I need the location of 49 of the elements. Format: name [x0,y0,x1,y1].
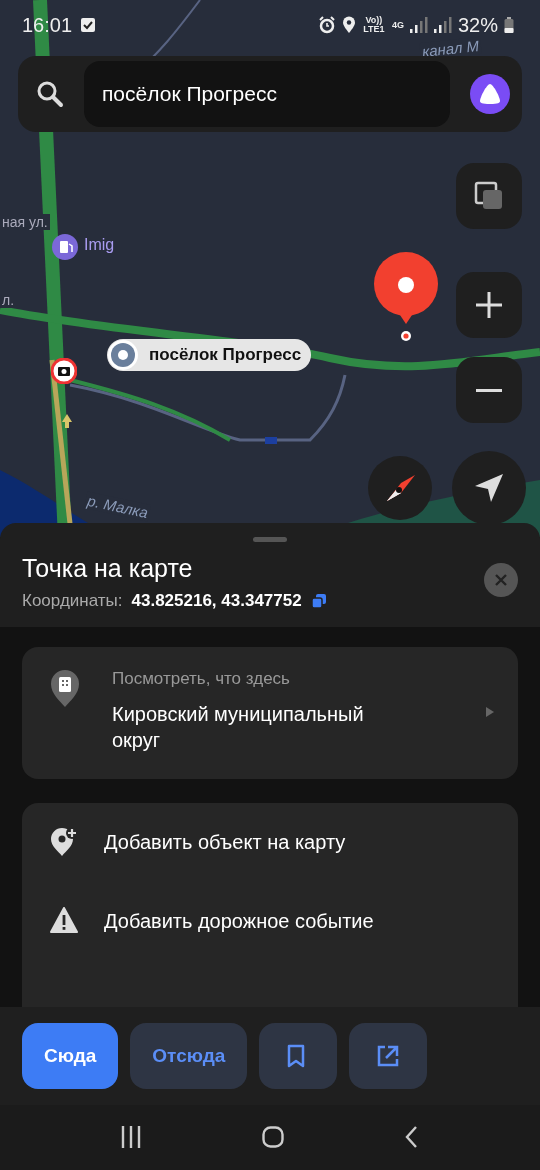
street-label: ная ул. [0,214,50,230]
location-pin-icon [374,252,438,342]
navigation-arrow-icon [473,472,505,504]
bookmark-button[interactable] [259,1022,338,1089]
info-card[interactable]: Посмотреть, что здесь Кировский муниципальный округ [22,647,518,779]
action-item[interactable]: Добавить объект на карту [104,831,346,854]
copy-icon[interactable] [311,594,326,608]
layers-icon [474,181,504,211]
pin-plus-icon [50,828,78,857]
close-icon [495,574,507,586]
signal-icon [409,17,428,33]
action-item[interactable]: Добавить дорожное событие [104,910,374,933]
route-button[interactable]: Сюда [22,1022,119,1089]
share-button[interactable] [349,1022,428,1089]
checklist-notification-icon [80,17,97,33]
route-button[interactable]: Отсюда [130,1022,248,1089]
layers-button[interactable] [456,163,522,229]
recent-apps-icon[interactable] [120,1126,141,1149]
signal-icon [433,17,452,33]
home-icon[interactable] [262,1126,284,1149]
data-type-label: 4G [391,20,404,30]
search-field[interactable]: посёлок Прогресс [84,61,450,127]
voice-assistant-icon[interactable] [470,74,510,114]
coordinates-label: Координаты: [22,591,123,611]
clock-time: 16:01 [22,13,73,37]
direction-arrow-icon [62,414,72,428]
zoom-in-button[interactable] [456,272,522,338]
settlement-marker-icon [107,339,139,371]
search-icon[interactable] [36,80,64,108]
location-pin-icon [341,16,356,34]
minus-icon [476,388,502,392]
drag-handle[interactable] [253,537,287,542]
sheet-title: Точка на карте [22,554,193,583]
share-icon [376,1043,401,1068]
district-name: Кировский муниципальный округ [112,702,365,753]
info-caption: Посмотреть, что здесь [112,669,291,689]
zoom-out-button[interactable] [456,357,522,423]
back-icon[interactable] [405,1126,420,1149]
warning-icon [50,907,78,936]
fuel-station-icon[interactable] [52,234,78,260]
poi-label[interactable]: Imig [84,236,115,254]
alarm-icon [317,16,336,34]
chevron-icon [486,707,494,717]
plus-icon [474,290,504,320]
battery-percent: 32% [457,13,498,37]
battery-icon [504,17,514,33]
network-label: Vo)) LTE1 [362,16,386,34]
building-pin-icon [50,669,80,707]
coordinates-value: 43.825216, 43.347752 [131,591,302,611]
